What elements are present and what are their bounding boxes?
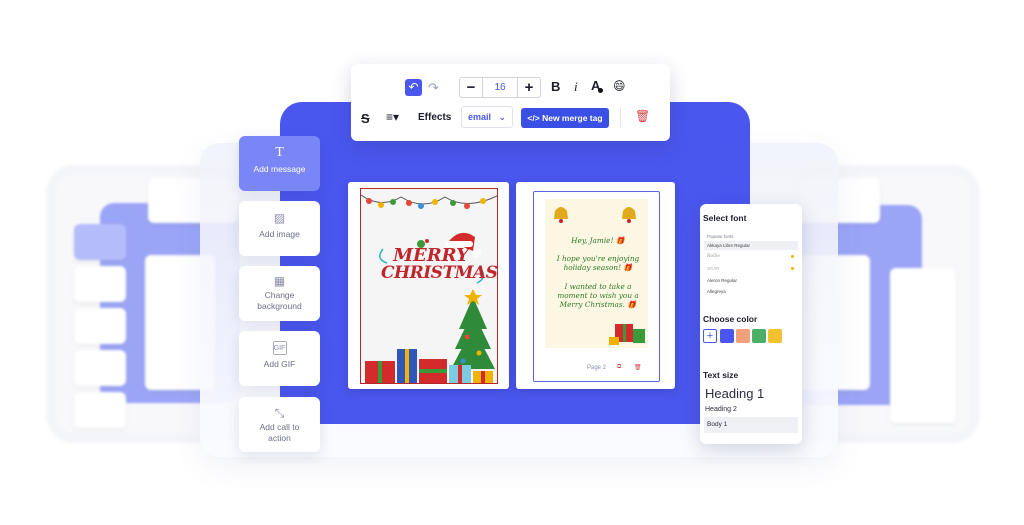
strikethrough-icon: S: [361, 111, 370, 126]
bold-button[interactable]: B: [551, 79, 560, 94]
effects-button[interactable]: Effects: [418, 112, 451, 123]
font-option[interactable]: Allegreya: [704, 287, 798, 296]
card-front: MERRY CHRISTMAS: [360, 188, 498, 384]
strikethrough-button[interactable]: S: [361, 111, 370, 126]
add-gif-label: Add GIF: [263, 359, 296, 369]
add-gif-button[interactable]: GIF Add GIF: [239, 331, 320, 386]
add-message-label: Add message: [253, 164, 306, 174]
emoji-button[interactable]: 😄: [613, 79, 626, 93]
chevron-down-icon: ⌄: [498, 112, 506, 122]
page-label: Page 2: [587, 365, 607, 371]
redo-icon: ↷: [428, 80, 439, 95]
card-title-line-2: CHRISTMAS: [381, 263, 498, 283]
card-page-1[interactable]: MERRY CHRISTMAS: [348, 182, 509, 389]
merge-field-select[interactable]: email ⌄: [461, 106, 513, 128]
heading-2-option[interactable]: Heading 2: [704, 406, 798, 413]
italic-button[interactable]: i: [574, 79, 578, 95]
text-color-button[interactable]: A: [591, 78, 603, 93]
cursor-click-icon: ⤡: [274, 406, 285, 420]
new-merge-tag-label: New merge tag: [542, 113, 603, 123]
font-size-stepper[interactable]: − 16 +: [459, 77, 541, 98]
add-call-to-action-label: Add call to action: [259, 422, 300, 443]
card-message-line-2[interactable]: I wanted to take a moment to wish you a …: [556, 282, 640, 309]
undo-icon: ↶: [408, 80, 419, 94]
increase-font-button[interactable]: +: [518, 78, 540, 97]
popular-fonts-label: Popular fonts: [707, 234, 734, 239]
change-background-label: Change background: [257, 290, 302, 311]
align-dropdown[interactable]: ≡▾: [386, 110, 399, 124]
gif-icon: GIF: [272, 341, 287, 355]
card-inside: [545, 199, 648, 348]
premium-dot-icon: [791, 267, 794, 270]
decrease-font-button[interactable]: −: [460, 78, 482, 97]
body-1-option[interactable]: Body 1: [704, 417, 798, 433]
duplicate-page-button[interactable]: ⧉: [617, 364, 621, 371]
font-option[interactable]: Rollie: [704, 252, 798, 261]
text-toolbar: [351, 64, 670, 141]
color-drop-icon: [598, 88, 603, 93]
color-swatch[interactable]: [768, 329, 782, 343]
plus-icon: +: [706, 330, 714, 342]
redo-button[interactable]: ↷: [428, 79, 442, 96]
add-image-button[interactable]: ▨ Add image: [239, 201, 320, 256]
trash-icon: 🗑: [634, 365, 642, 371]
font-option[interactable]: SCAR: [704, 264, 798, 273]
merry-christmas-text: MERRY CHRISTMAS: [381, 247, 498, 283]
background-icon: ▦: [273, 274, 286, 288]
add-color-button[interactable]: +: [703, 329, 717, 343]
text-icon: T: [275, 145, 284, 160]
font-option-label: Rollie: [707, 254, 721, 259]
premium-dot-icon: [791, 255, 794, 258]
image-add-icon: ▨: [273, 211, 286, 225]
new-merge-tag-button[interactable]: </> New merge tag: [521, 108, 609, 128]
card-greeting[interactable]: Hey, Jamie! 🎁: [556, 236, 640, 245]
delete-page-button[interactable]: 🗑: [634, 364, 642, 371]
copy-icon: ⧉: [617, 364, 622, 370]
emoji-icon: 😄: [613, 79, 626, 93]
font-option[interactable]: Akkaya Libre Regular: [704, 241, 798, 250]
align-icon: ≡▾: [386, 110, 400, 124]
undo-button[interactable]: ↶: [405, 79, 422, 96]
color-swatch[interactable]: [752, 329, 766, 343]
code-icon: </>: [527, 113, 540, 123]
font-size-input[interactable]: 16: [482, 78, 518, 97]
add-call-to-action-button[interactable]: ⤡ Add call to action: [239, 397, 320, 452]
color-swatch[interactable]: [736, 329, 750, 343]
card-message-line-1[interactable]: I hope you're enjoying holiday season! 🎁: [556, 254, 640, 272]
add-image-label: Add image: [259, 229, 300, 239]
font-option[interactable]: Aleron Regular: [704, 276, 798, 285]
font-option-label: SCAR: [707, 266, 720, 271]
bells-and-gifts-illustration: [554, 207, 645, 345]
christmas-illustration: [361, 194, 497, 383]
trash-icon: 🗑: [635, 109, 651, 123]
color-swatch[interactable]: [720, 329, 734, 343]
heading-1-option[interactable]: Heading 1: [704, 386, 798, 401]
text-size-title: Text size: [703, 370, 739, 380]
add-message-button[interactable]: T Add message: [239, 136, 320, 191]
merge-field-value: email: [468, 112, 492, 122]
delete-button[interactable]: 🗑: [635, 109, 650, 123]
select-font-title: Select font: [703, 213, 747, 223]
change-background-button[interactable]: ▦ Change background: [239, 266, 320, 321]
choose-color-title: Choose color: [703, 314, 758, 324]
toolbar-divider: [620, 108, 621, 128]
